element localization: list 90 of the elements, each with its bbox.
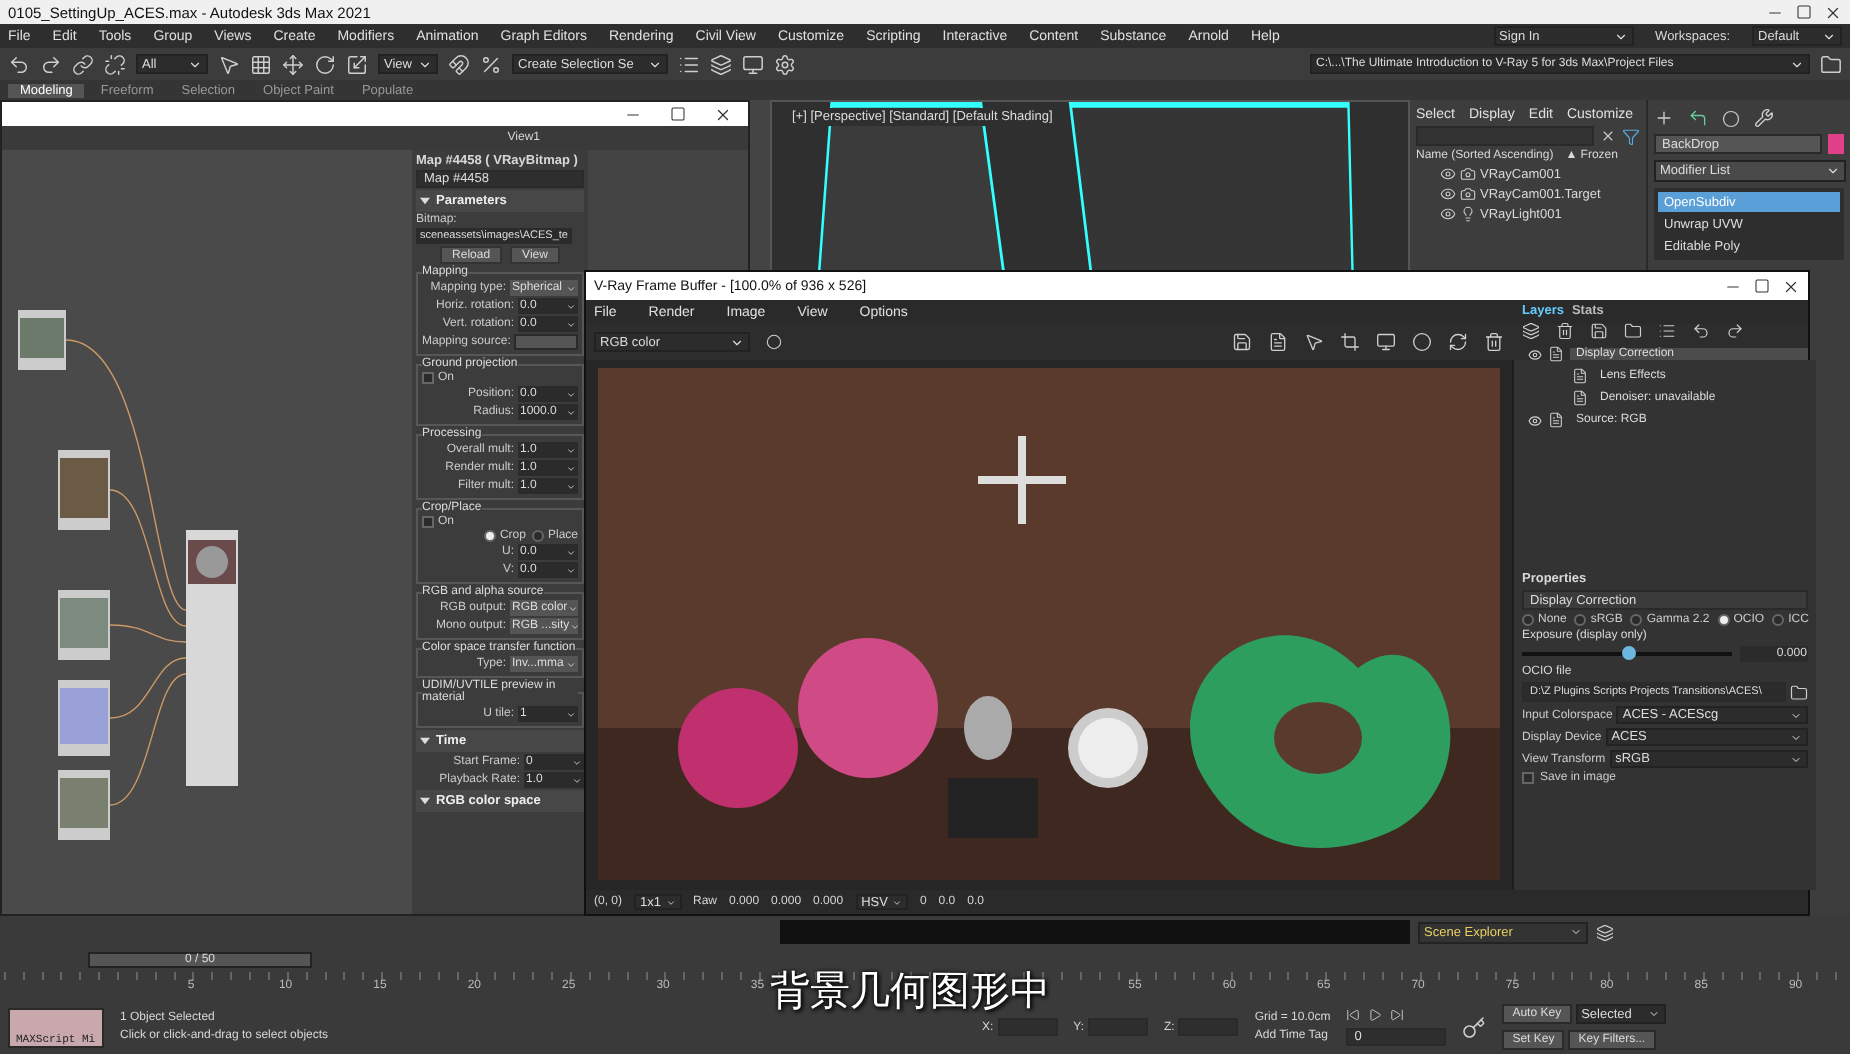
eye-icon[interactable] (1440, 186, 1456, 202)
eye-icon[interactable] (1526, 412, 1542, 428)
delete-layer-icon[interactable] (1556, 322, 1574, 340)
snap-icon[interactable] (448, 53, 470, 75)
radio-button[interactable] (1772, 614, 1785, 626)
radio-button[interactable] (483, 530, 496, 542)
add-layer-icon[interactable] (1522, 322, 1540, 340)
undo-icon[interactable] (8, 53, 30, 75)
caret-icon (1613, 29, 1628, 43)
radio-button[interactable] (1630, 614, 1643, 626)
caret-icon (730, 335, 744, 349)
slider-thumb[interactable] (1621, 646, 1636, 660)
close-icon[interactable] (1782, 277, 1800, 295)
subtitle: 背景几何图形中 (770, 964, 1050, 1018)
material-node[interactable] (58, 770, 110, 840)
eye-icon[interactable] (1440, 206, 1456, 222)
eye-icon[interactable] (1440, 166, 1456, 182)
filter-icon[interactable] (1622, 127, 1640, 145)
previous-frame-icon[interactable] (1346, 1008, 1361, 1022)
next-frame-icon[interactable] (1390, 1008, 1405, 1022)
material-node[interactable] (186, 530, 238, 786)
scale-icon[interactable] (346, 53, 368, 75)
color-swatch[interactable] (1828, 134, 1844, 154)
region-select-icon[interactable] (250, 53, 272, 75)
layer-icon (1548, 346, 1564, 362)
caret-icon (1826, 164, 1840, 178)
material-node[interactable] (58, 680, 110, 756)
redo-icon[interactable] (1726, 322, 1744, 340)
create-icon[interactable] (1654, 108, 1674, 128)
link-icon[interactable] (72, 53, 94, 75)
radio-button[interactable] (1522, 614, 1534, 626)
folder-icon[interactable] (1820, 53, 1842, 75)
undo-icon[interactable] (1692, 322, 1710, 340)
radio-button[interactable] (1574, 614, 1587, 626)
material-node[interactable] (58, 590, 110, 660)
caret-icon (1647, 1008, 1660, 1020)
radio-button[interactable] (1717, 614, 1730, 626)
redo-icon[interactable] (40, 53, 62, 75)
caret-icon[interactable] (420, 796, 430, 806)
input-field[interactable] (514, 334, 578, 350)
clear-icon[interactable] (1484, 332, 1504, 352)
settings-icon[interactable] (774, 53, 796, 75)
play-icon[interactable] (1368, 1008, 1383, 1022)
layer-icon (1572, 390, 1588, 406)
layers-icon[interactable] (710, 53, 732, 75)
folder-icon[interactable] (1790, 683, 1809, 701)
rotate-icon[interactable] (314, 53, 336, 75)
caret-icon (566, 659, 576, 669)
caret-icon (1822, 29, 1836, 43)
close-icon[interactable] (1824, 3, 1842, 21)
utilities-icon[interactable] (1754, 108, 1774, 128)
radio-button[interactable] (531, 530, 544, 542)
folder-icon[interactable] (1624, 322, 1642, 340)
layer-icon (1572, 368, 1588, 384)
maximize-icon[interactable] (1796, 4, 1812, 20)
refresh-icon[interactable] (1448, 332, 1468, 352)
caret-icon (648, 57, 662, 71)
material-node[interactable] (58, 450, 110, 530)
caret-icon (1570, 926, 1582, 938)
caret-icon[interactable] (420, 736, 430, 746)
key-icon[interactable] (1462, 1015, 1487, 1039)
layer-icon (1548, 412, 1564, 428)
light-icon (1460, 206, 1476, 222)
move-icon[interactable] (282, 53, 304, 75)
close-icon[interactable] (714, 105, 732, 123)
maximize-icon[interactable] (670, 106, 686, 122)
maximize-icon[interactable] (1754, 278, 1770, 294)
layers-icon[interactable] (1596, 923, 1614, 941)
pointer-icon[interactable] (218, 53, 240, 75)
checkbox[interactable] (422, 516, 434, 528)
caret-icon (566, 709, 576, 719)
caret-icon (665, 897, 675, 907)
modify-icon[interactable] (1688, 108, 1708, 128)
caret-icon (418, 57, 432, 71)
caret-icon[interactable] (420, 196, 430, 206)
display-icon[interactable] (1722, 109, 1740, 127)
camera-icon (1460, 186, 1476, 202)
monitor-icon[interactable] (742, 53, 764, 75)
checkbox[interactable] (1522, 772, 1534, 784)
list-icon[interactable] (1658, 322, 1676, 340)
unlink-icon[interactable] (104, 53, 126, 75)
caret-icon (188, 57, 202, 71)
caret-icon (1790, 57, 1804, 71)
percent-snap-icon[interactable] (480, 53, 502, 75)
region-icon[interactable] (1412, 332, 1432, 352)
save-icon[interactable] (1590, 322, 1608, 340)
checkbox[interactable] (422, 372, 434, 384)
material-node[interactable] (18, 310, 66, 370)
eye-icon[interactable] (1526, 346, 1542, 362)
camera-icon (1460, 166, 1476, 182)
